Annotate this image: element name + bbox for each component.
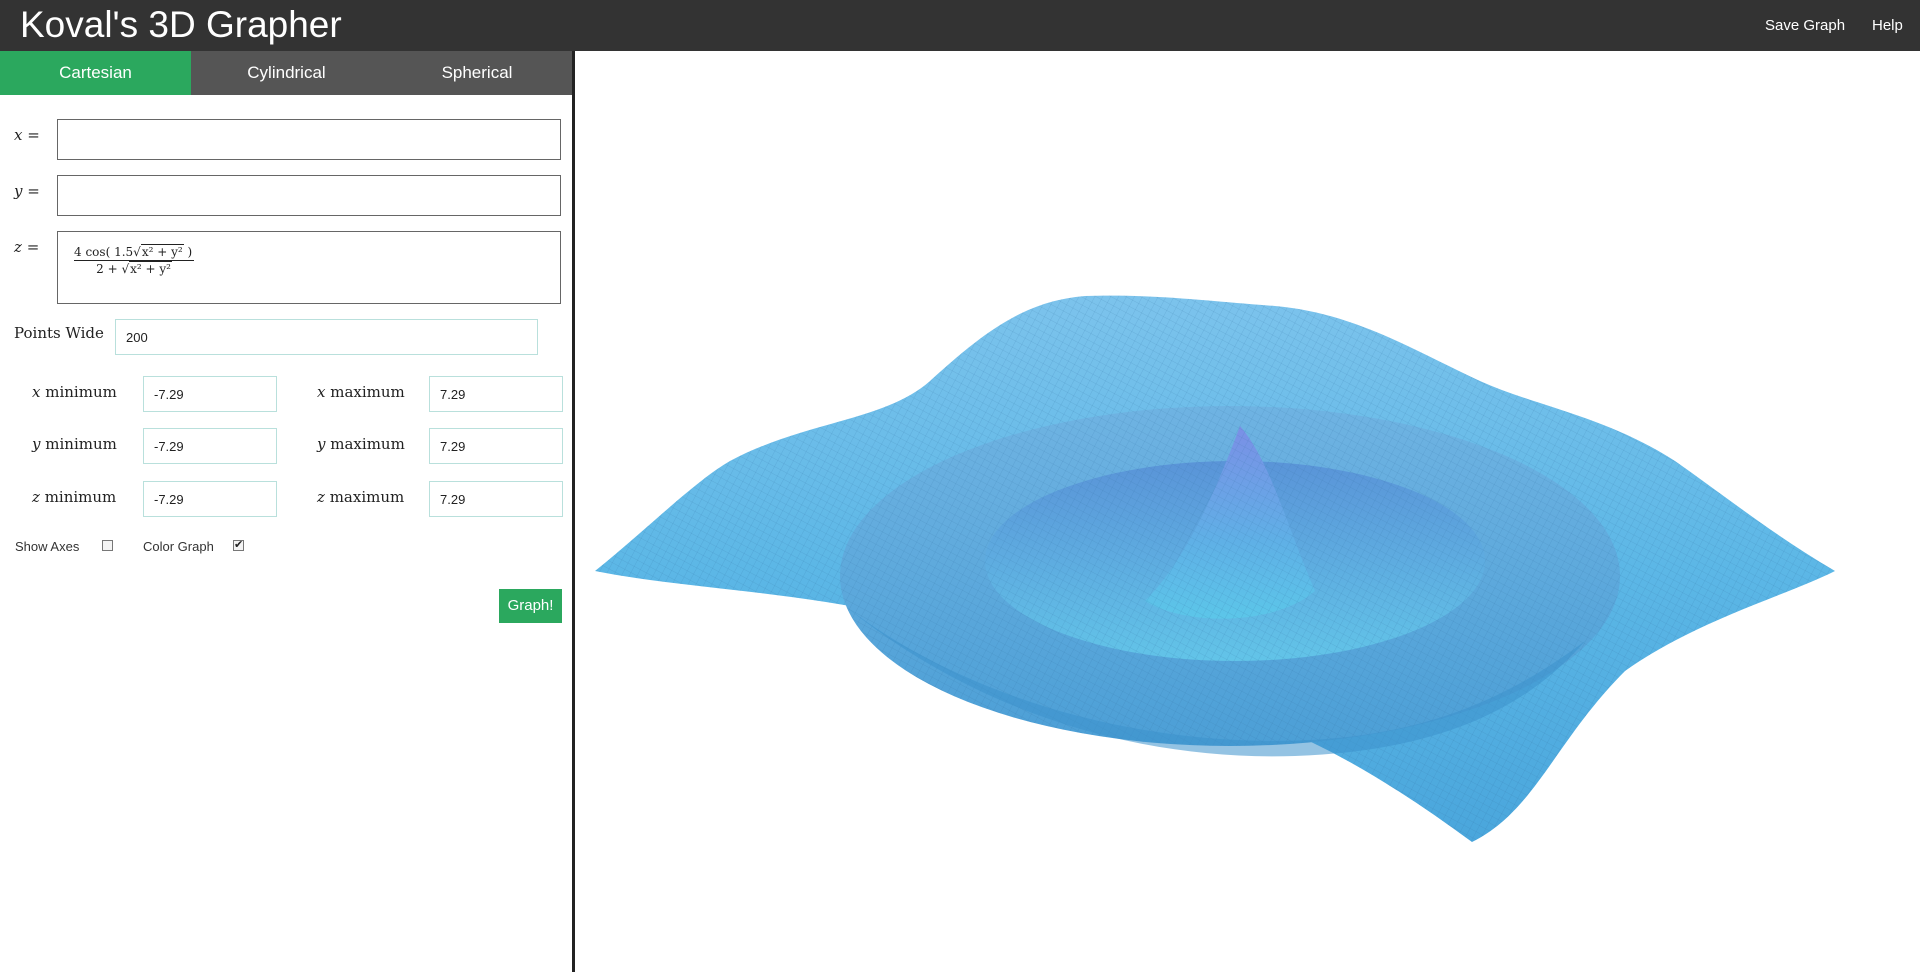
color-graph-checkbox[interactable]: ✔ [233, 540, 244, 551]
x-equation-label: x = [14, 126, 40, 144]
y-var: y [32, 435, 41, 453]
y-minimum-input[interactable] [143, 428, 277, 464]
color-graph-label: Color Graph [143, 539, 214, 554]
maximum-word: maximum [329, 488, 405, 506]
surface-plot [595, 295, 1835, 842]
numerator-radicand: x² + y² [140, 244, 184, 259]
top-bar: Koval's 3D Grapher Save Graph Help [0, 0, 1920, 51]
app-title: Koval's 3D Grapher [20, 4, 342, 45]
z-var: z [317, 488, 325, 506]
equals-sign: = [26, 238, 40, 256]
show-axes-checkbox[interactable] [102, 540, 113, 551]
x-equation-input[interactable] [57, 119, 561, 160]
x-minimum-input[interactable] [143, 376, 277, 412]
minimum-word: minimum [45, 383, 117, 401]
numerator-cos: 4 cos [74, 245, 106, 259]
x-maximum-input[interactable] [429, 376, 563, 412]
x-var: x [317, 383, 326, 401]
points-wide-label: Points Wide [14, 324, 104, 342]
y-minimum-label: y minimum [32, 435, 117, 453]
maximum-word: maximum [330, 435, 405, 453]
y-maximum-label: y maximum [317, 435, 405, 453]
y-equation-input[interactable] [57, 175, 561, 216]
graph-button[interactable]: Graph! [499, 589, 562, 623]
tab-cartesian[interactable]: Cartesian [0, 51, 191, 95]
z-var: z [32, 488, 40, 506]
x-var: x [32, 383, 41, 401]
help-link[interactable]: Help [1872, 17, 1903, 34]
minimum-word: minimum [44, 488, 117, 506]
x-maximum-label: x maximum [317, 383, 405, 401]
formula-denominator: 2 + √x² + y² [74, 261, 194, 276]
y-maximum-input[interactable] [429, 428, 563, 464]
controls-panel: Cartesian Cylindrical Spherical x = y = … [0, 51, 575, 972]
z-equation-formula: 4 cos( 1.5√x² + y² ) 2 + √x² + y² [74, 244, 195, 276]
z-maximum-label: z maximum [317, 488, 404, 506]
show-axes-label: Show Axes [15, 539, 80, 554]
y-equation-label: y = [14, 182, 40, 200]
points-wide-input[interactable] [115, 319, 538, 355]
equals-sign: = [27, 126, 40, 144]
equals-sign: = [27, 182, 40, 200]
z-var: z [14, 238, 22, 256]
numerator-coef: 1.5 [114, 245, 134, 259]
y-var: y [317, 435, 326, 453]
minimum-word: minimum [45, 435, 117, 453]
denominator-const: 2 + [96, 262, 122, 276]
z-equation-input[interactable]: 4 cos( 1.5√x² + y² ) 2 + √x² + y² [57, 231, 561, 304]
z-minimum-input[interactable] [143, 481, 277, 517]
x-minimum-label: x minimum [32, 383, 117, 401]
y-var: y [14, 182, 23, 200]
denominator-radicand: x² + y² [129, 261, 172, 276]
z-equation-label: z = [14, 238, 39, 256]
formula-numerator: 4 cos( 1.5√x² + y² ) [74, 244, 195, 261]
checkmark-icon: ✔ [234, 539, 244, 551]
tab-spherical[interactable]: Spherical [382, 51, 572, 95]
graph-canvas[interactable] [575, 51, 1920, 972]
sqrt-icon: √ [121, 262, 130, 276]
save-graph-link[interactable]: Save Graph [1765, 17, 1845, 34]
z-maximum-input[interactable] [429, 481, 563, 517]
maximum-word: maximum [330, 383, 405, 401]
z-minimum-label: z minimum [32, 488, 116, 506]
sqrt-icon: √ [133, 245, 141, 259]
tab-cylindrical[interactable]: Cylindrical [191, 51, 382, 95]
x-var: x [14, 126, 23, 144]
